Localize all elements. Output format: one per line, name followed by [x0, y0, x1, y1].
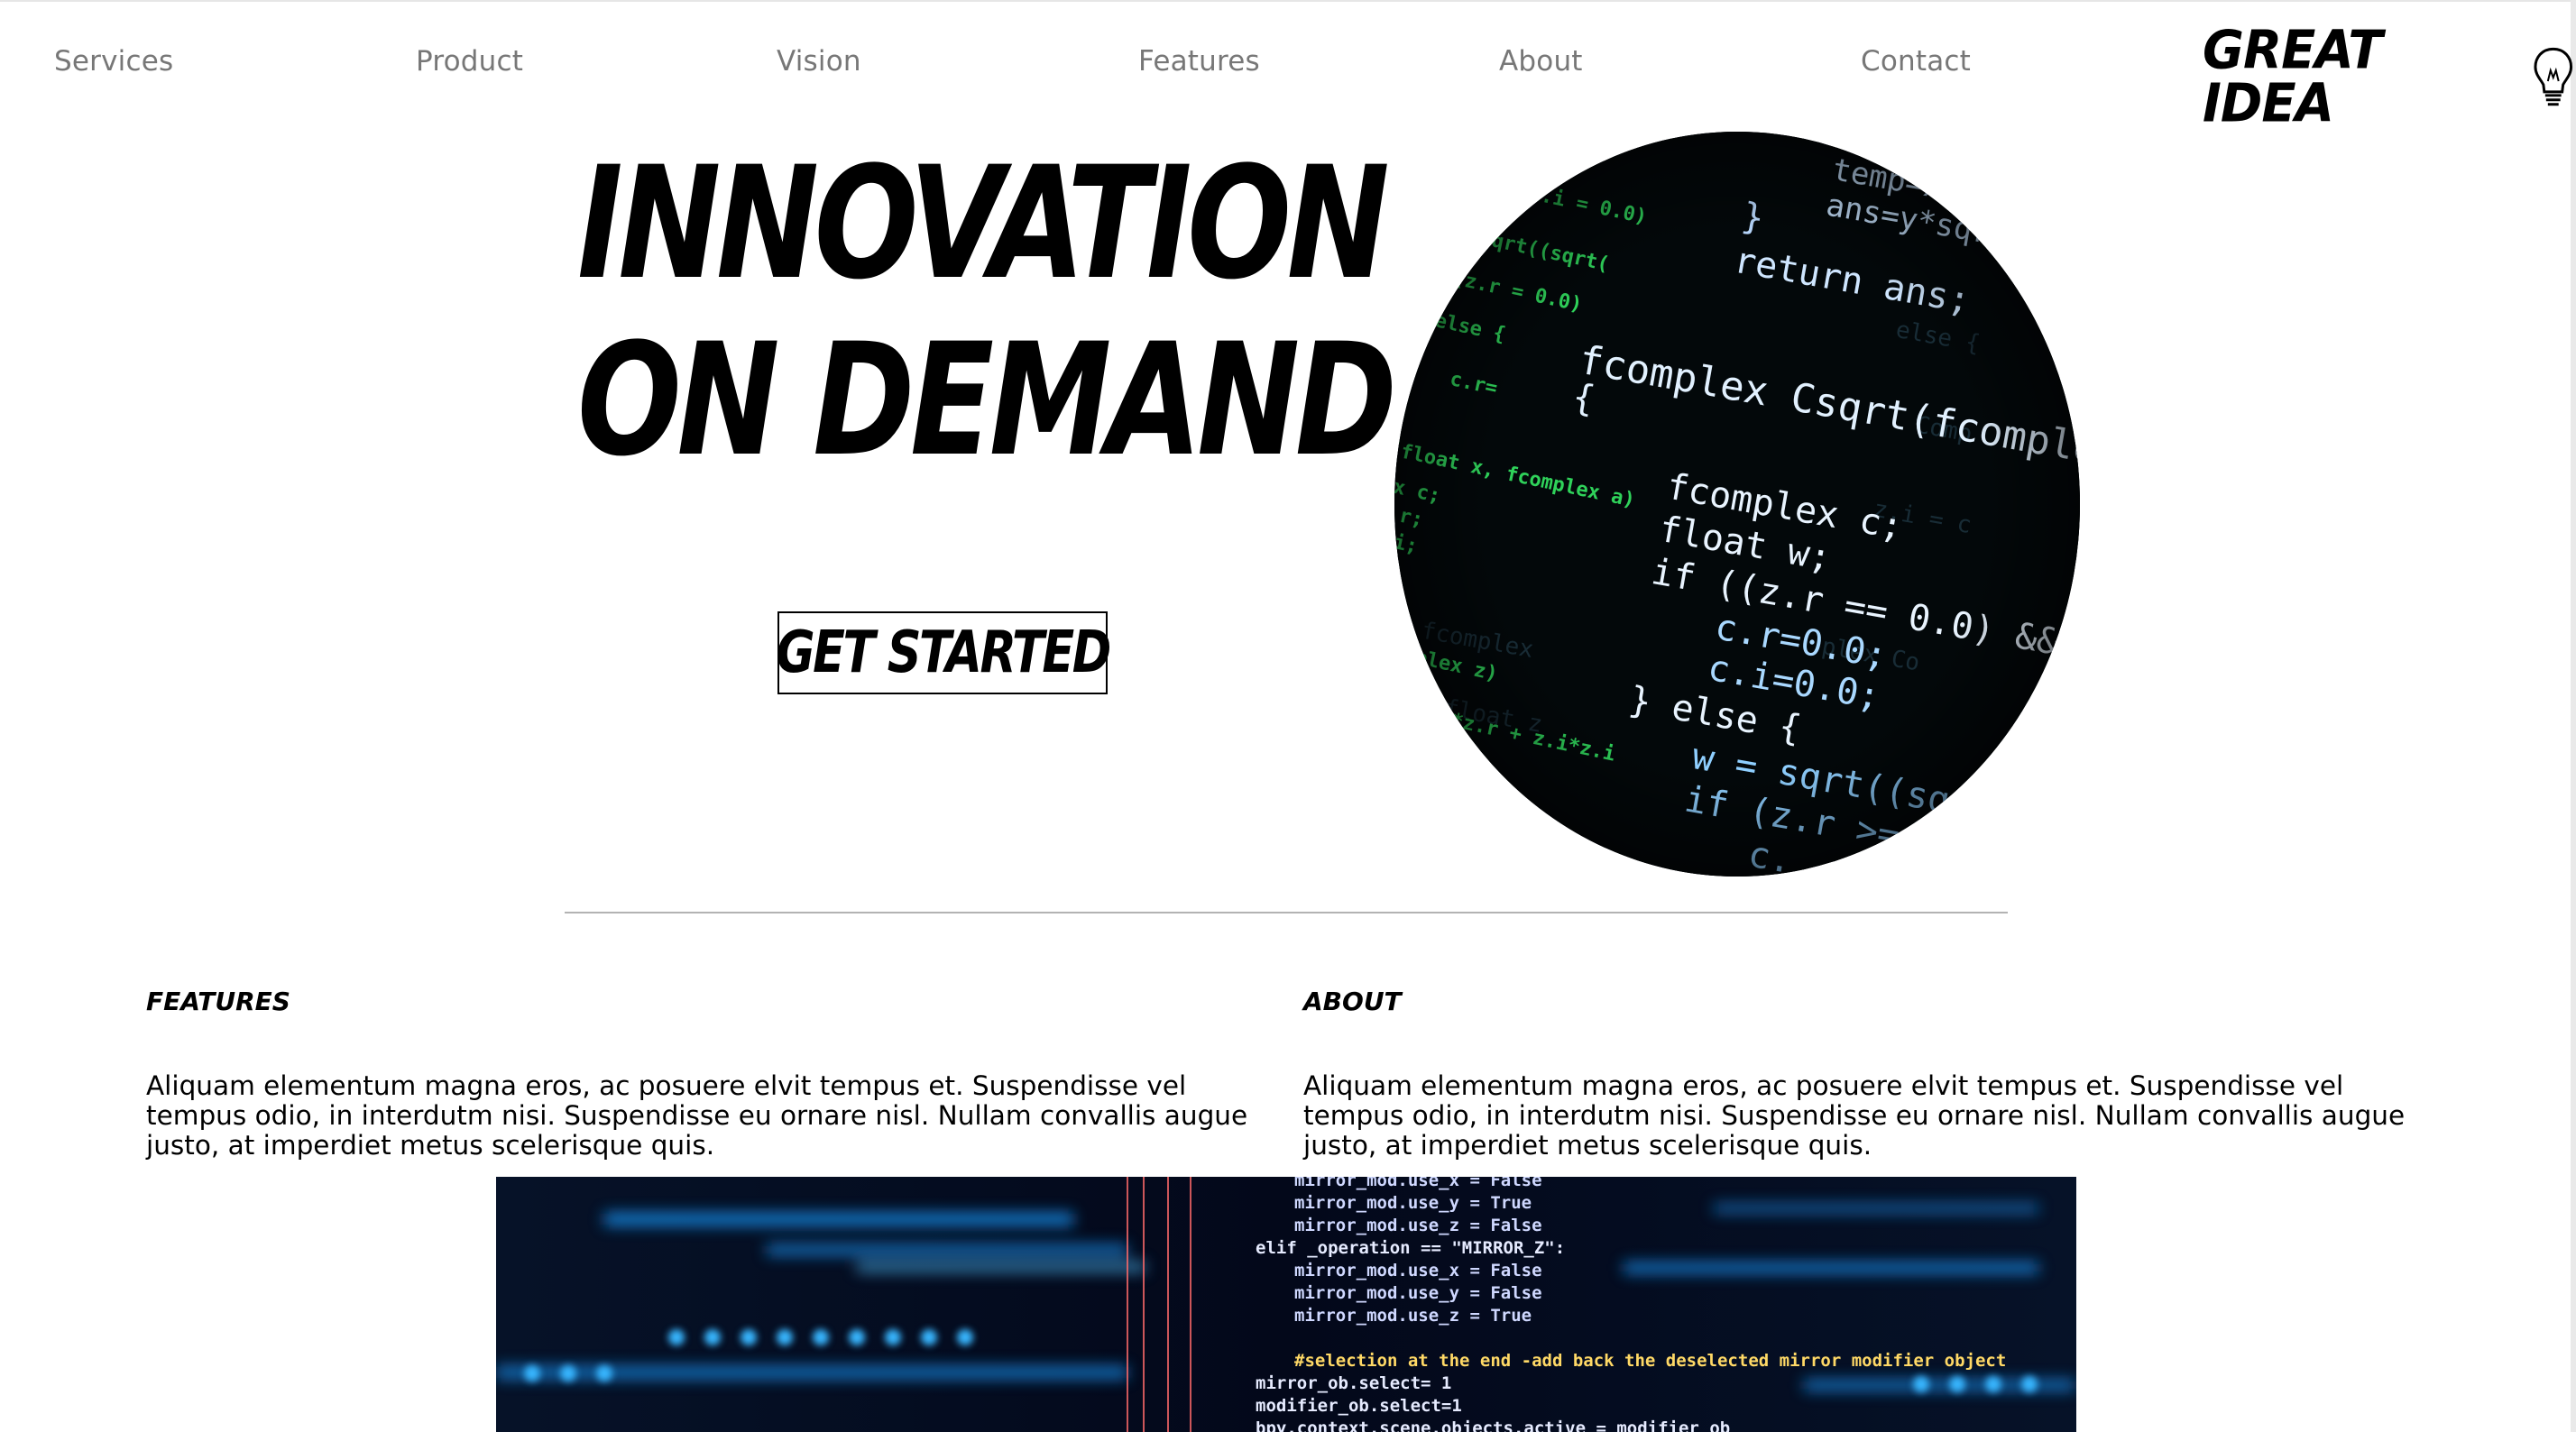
bottom-code-line: mirror_mod.use_z = False — [1294, 1216, 1542, 1235]
get-started-label: GET STARTED — [776, 620, 1111, 686]
bottom-code-line: mirror_mod.use_z = True — [1294, 1306, 1532, 1326]
bottom-code-line: mirror_mod.use_x = False — [1294, 1177, 1542, 1190]
nav-link-features[interactable]: Features — [1138, 45, 1260, 78]
bottom-code-graphic: mirror_mod.use_x = False mirror_mod.use_… — [496, 1177, 2076, 1432]
features-heading: FEATURES — [146, 987, 290, 1016]
bottom-code-line: #selection at the end -add back the dese… — [1294, 1351, 2006, 1371]
logo[interactable]: GREAT IDEA — [2203, 19, 2576, 134]
bottom-code-line: mirror_ob.select= 1 — [1256, 1373, 1451, 1393]
nav-link-product[interactable]: Product — [416, 45, 523, 78]
bottom-code-line: elif _operation == "MIRROR_Z": — [1256, 1238, 1565, 1258]
lightbulb-icon — [2534, 47, 2573, 106]
bottom-code-line: mirror_mod.use_y = False — [1294, 1283, 1542, 1303]
bottom-code-line: modifier_ob.select=1 — [1256, 1396, 1462, 1416]
bottom-code-image: mirror_mod.use_x = False mirror_mod.use_… — [496, 1177, 2076, 1432]
nav-link-contact[interactable]: Contact — [1861, 45, 1971, 78]
code-image-graphic: else { Comp z.i = c plex Co fcomplex flo… — [1394, 132, 2080, 877]
nav-link-about[interactable]: About — [1499, 45, 1583, 78]
get-started-button[interactable]: GET STARTED — [776, 611, 1111, 694]
about-heading: ABOUT — [1303, 987, 1402, 1016]
nav-link-services[interactable]: Services — [54, 45, 173, 78]
hero-title-line-1: INNOVATION — [577, 133, 1390, 314]
bottom-code-line: mirror_mod.use_y = True — [1294, 1193, 1532, 1213]
logo-text: GREAT IDEA — [2203, 19, 2383, 134]
top-border — [0, 0, 2576, 2]
hero-title-line-2: ON DEMAND — [577, 309, 1397, 491]
nav-link-vision[interactable]: Vision — [777, 45, 861, 78]
about-body: Aliquam elementum magna eros, ac posuere… — [1303, 1070, 2406, 1161]
hero-title: INNOVATION ON DEMAND — [577, 133, 1397, 491]
bottom-code-line: bpy.context.scene.objects.active = modif… — [1256, 1418, 1730, 1432]
hero-code-image: else { Comp z.i = c plex Co fcomplex flo… — [1394, 132, 2080, 877]
bottom-code-line: mirror_mod.use_x = False — [1294, 1261, 1542, 1281]
section-divider — [565, 912, 2008, 913]
features-body: Aliquam elementum magna eros, ac posuere… — [146, 1070, 1248, 1161]
scrollbar-track[interactable] — [2571, 0, 2576, 1432]
